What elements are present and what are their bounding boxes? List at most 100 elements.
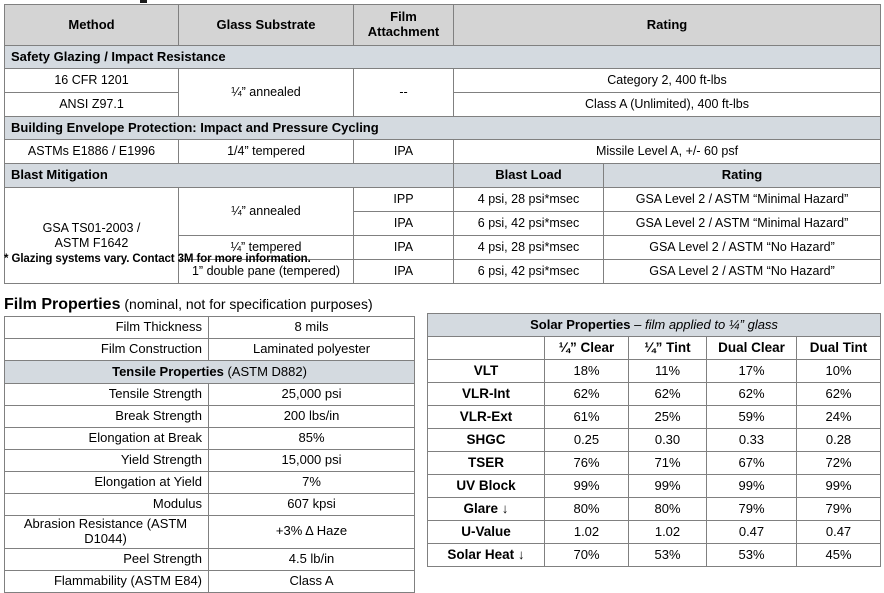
table-row: Glare ↓ 80% 80% 79% 79%	[427, 497, 882, 521]
solar-cell-value: 0.33	[706, 428, 797, 452]
film-row-value: 85%	[208, 427, 416, 450]
cell-rating: Class A (Unlimited), 400 ft-lbs	[452, 92, 882, 117]
table-row: Film Construction Laminated polyester	[3, 338, 416, 361]
col-header-glass-substrate: Glass Substrate	[178, 4, 354, 46]
table-row: GSA TS01-2003 / ASTM F1642 ¼” annealed I…	[4, 187, 882, 284]
solar-row-label: U-Value	[427, 520, 545, 544]
solar-cell-value: 79%	[795, 497, 882, 521]
section-band-row-blast-mitigation: Blast Mitigation Blast Load Rating	[4, 163, 882, 188]
solar-cell-value: 1.02	[544, 520, 629, 544]
cell-method: ASTMs E1886 / E1996	[4, 139, 179, 164]
section-band-blast-mitigation: Blast Mitigation	[4, 163, 454, 188]
table-row: SHGC 0.25 0.30 0.33 0.28	[427, 428, 882, 452]
solar-header-row: ¼” Clear ¼” Tint Dual Clear Dual Tint	[427, 336, 882, 360]
section-band-safety-glazing: Safety Glazing / Impact Resistance	[3, 45, 882, 69]
col-header-blast-rating: Rating	[602, 163, 882, 188]
solar-cell-value: 62%	[544, 382, 629, 406]
table-row: Flammability (ASTM E84) Class A	[3, 569, 416, 593]
film-row-label: Film Thickness	[3, 316, 210, 339]
col-header-film-attachment: Film Attachment	[353, 4, 454, 46]
solar-title-bold: Solar Properties	[530, 316, 631, 332]
solar-row-label: SHGC	[427, 428, 545, 452]
film-row-label: Elongation at Yield	[3, 471, 210, 494]
table-row: ASTMs E1886 / E1996 1/4” tempered IPA Mi…	[4, 139, 882, 164]
table-row: Film Thickness 8 mils	[3, 316, 416, 339]
cell-rating: Missile Level A, +/- 60 psf	[452, 139, 882, 164]
tensile-band-title: Tensile Properties	[112, 363, 224, 379]
table-row: U-Value 1.02 1.02 0.47 0.47	[427, 520, 882, 544]
solar-col-header-quarter-tint: ¼” Tint	[628, 336, 707, 360]
section-band-row-building-envelope: Building Envelope Protection: Impact and…	[3, 116, 882, 140]
table-row: TSER 76% 71% 67% 72%	[427, 451, 882, 475]
cell-glass-substrate: ¼” annealed	[178, 68, 354, 117]
film-row-value: 15,000 psi	[208, 449, 416, 472]
section-band-row-tensile-properties: Tensile Properties (ASTM D882)	[3, 360, 416, 384]
solar-cell-value: 0.47	[795, 520, 882, 544]
cell-film-attachment: --	[353, 68, 454, 117]
col-header-rating: Rating	[452, 4, 882, 46]
cell-rating: GSA Level 2 / ASTM “Minimal Hazard”	[602, 211, 882, 236]
solar-cell-value: 25%	[628, 405, 707, 429]
table-row: Peel Strength 4.5 lb/in	[3, 547, 416, 571]
film-row-label: Flammability (ASTM E84)	[3, 569, 210, 593]
table-row: Elongation at Yield 7%	[3, 471, 416, 494]
table-row: Break Strength 200 lbs/in	[3, 405, 416, 428]
film-row-value: Class A	[208, 569, 416, 593]
film-row-value: 25,000 psi	[208, 383, 416, 406]
cell-rating: Category 2, 400 ft-lbs	[452, 68, 882, 93]
solar-cell-value: 61%	[544, 405, 629, 429]
solar-cell-value: 0.47	[706, 520, 797, 544]
film-row-label: Tensile Strength	[3, 383, 210, 406]
film-row-label: Break Strength	[3, 405, 210, 428]
solar-title-row: Solar Properties – film applied to ¼” gl…	[426, 313, 882, 337]
solar-cell-value: 80%	[628, 497, 707, 521]
table-row: Elongation at Break 85%	[3, 427, 416, 450]
table-row: Yield Strength 15,000 psi	[3, 449, 416, 472]
performance-table: Method Glass Substrate Film Attachment R…	[3, 4, 882, 284]
section-band-row-safety-glazing: Safety Glazing / Impact Resistance	[3, 45, 882, 69]
film-row-label: Modulus	[3, 493, 210, 516]
solar-cell-value: 11%	[628, 359, 707, 383]
solar-row-label: UV Block	[427, 474, 545, 498]
solar-properties-table: Solar Properties – film applied to ¼” gl…	[426, 313, 882, 567]
footnote: * Glazing systems vary. Contact 3M for m…	[4, 253, 311, 265]
film-row-value: 607 kpsi	[208, 493, 416, 516]
film-row-label: Film Construction	[3, 338, 210, 361]
cell-rating: GSA Level 2 / ASTM “Minimal Hazard”	[602, 187, 882, 212]
solar-cell-value: 99%	[544, 474, 629, 498]
section-band-building-envelope: Building Envelope Protection: Impact and…	[3, 116, 882, 140]
solar-cell-value: 18%	[544, 359, 629, 383]
film-properties-title: Film Properties	[4, 296, 121, 313]
solar-cell-value: 59%	[706, 405, 797, 429]
cell-film-attachment: IPA	[353, 211, 454, 236]
table-row: UV Block 99% 99% 99% 99%	[427, 474, 882, 498]
table-row: Modulus 607 kpsi	[3, 493, 416, 516]
film-properties-table: Film Thickness 8 mils Film Construction …	[3, 316, 416, 593]
film-row-label: Elongation at Break	[3, 427, 210, 450]
solar-cell-value: 53%	[706, 543, 797, 567]
performance-table-header-row: Method Glass Substrate Film Attachment R…	[4, 4, 882, 46]
solar-row-label: VLR-Ext	[427, 405, 545, 429]
col-header-method: Method	[4, 4, 179, 46]
cell-blast-load: 4 psi, 28 psi*msec	[453, 187, 604, 212]
cell-glass-substrate: ¼” annealed	[178, 187, 354, 236]
cell-blast-load: 6 psi, 42 psi*msec	[453, 211, 604, 236]
tensile-band-standard: (ASTM D882)	[223, 363, 307, 379]
cell-glass-substrate: 1/4” tempered	[178, 139, 354, 164]
solar-cell-value: 76%	[544, 451, 629, 475]
table-row: VLT 18% 11% 17% 10%	[427, 359, 882, 383]
solar-cell-value: 24%	[795, 405, 882, 429]
solar-cell-value: 99%	[706, 474, 797, 498]
solar-cell-value: 99%	[628, 474, 707, 498]
cell-method-blast: GSA TS01-2003 / ASTM F1642	[4, 187, 179, 284]
solar-title-italic: – film applied to ¼” glass	[630, 316, 778, 332]
solar-properties-title: Solar Properties – film applied to ¼” gl…	[426, 313, 882, 337]
solar-cell-value: 67%	[706, 451, 797, 475]
clipped-glyph-artifact	[140, 0, 147, 3]
section-band-tensile-properties: Tensile Properties (ASTM D882)	[3, 360, 416, 384]
film-row-value: 8 mils	[208, 316, 416, 339]
solar-cell-value: 99%	[795, 474, 882, 498]
solar-cell-value: 53%	[628, 543, 707, 567]
cell-film-attachment: IPA	[353, 259, 454, 284]
solar-col-header-dual-tint: Dual Tint	[795, 336, 882, 360]
